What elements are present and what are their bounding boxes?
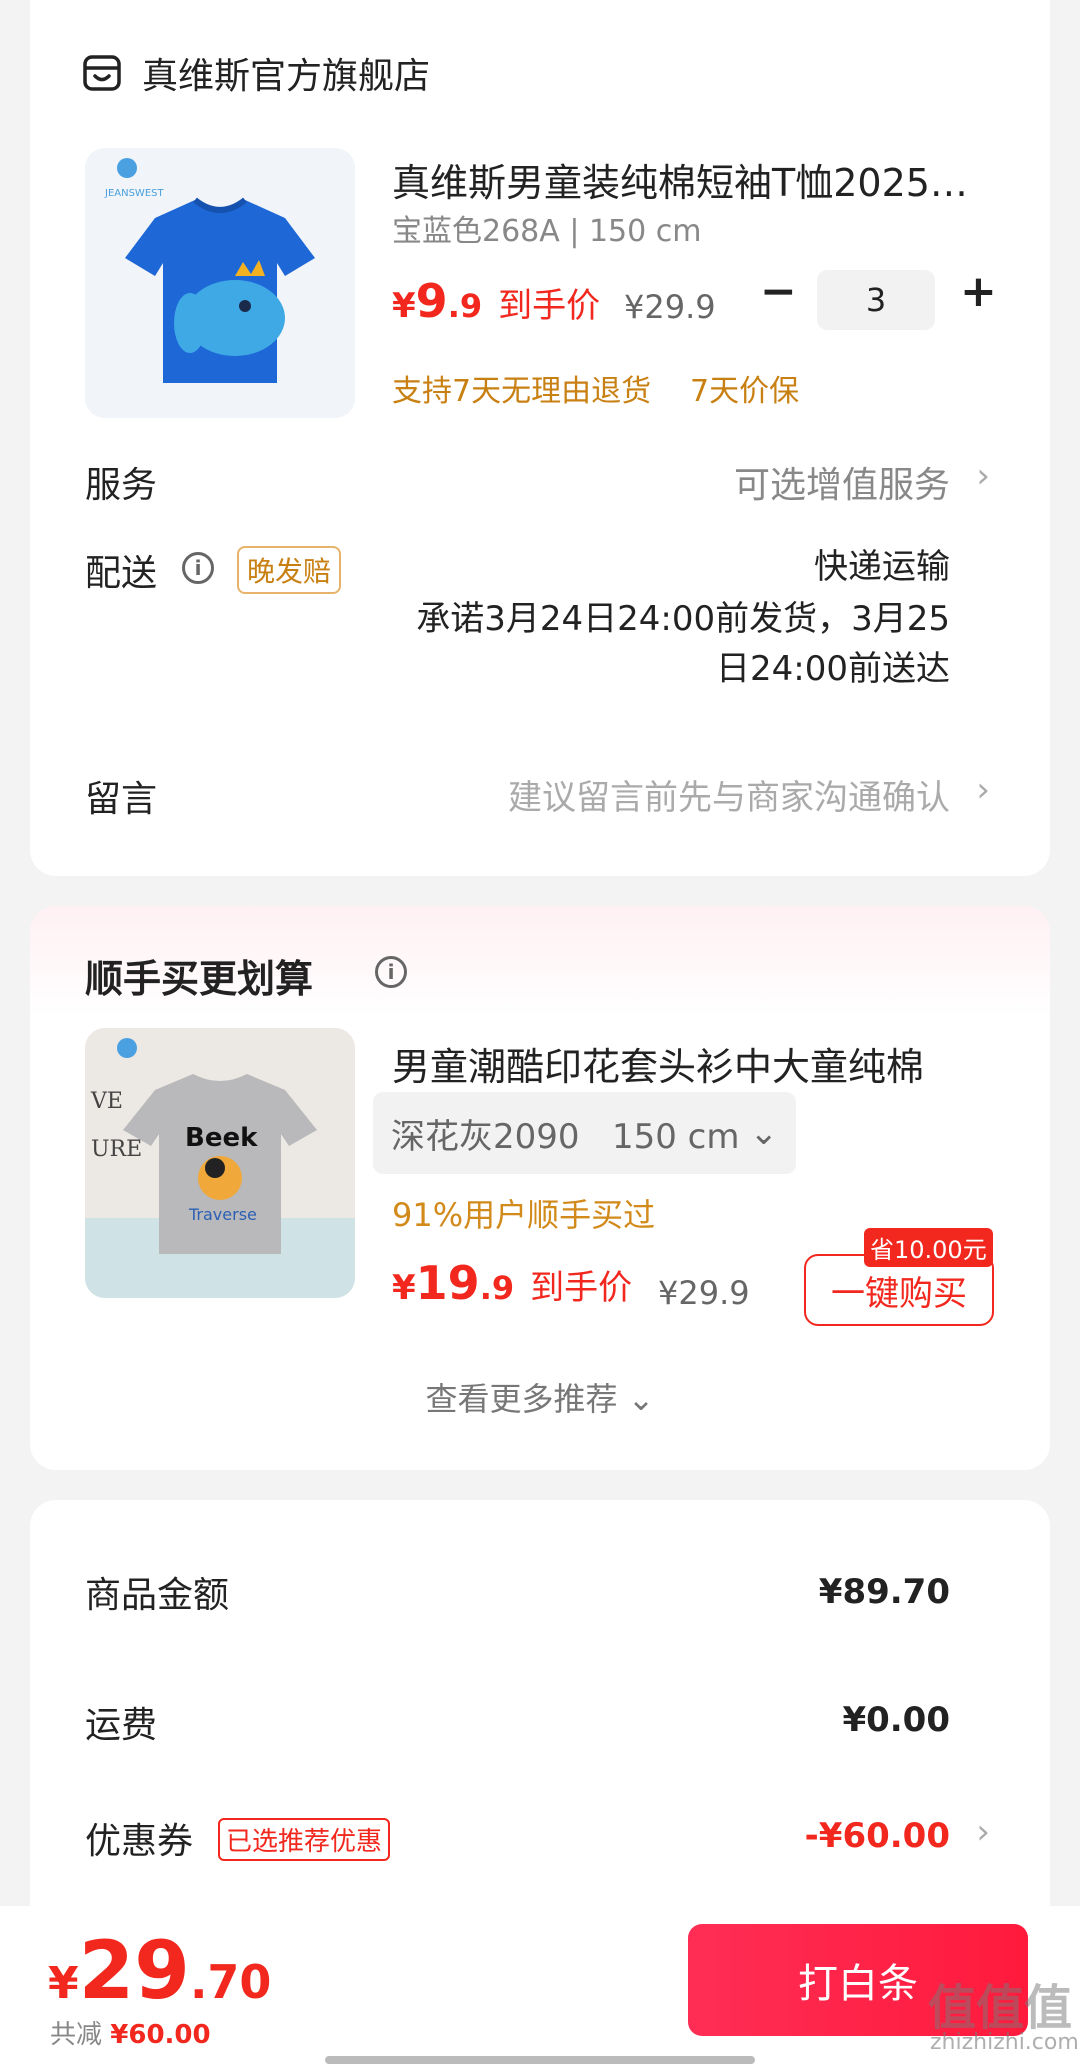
home-indicator[interactable] <box>325 2056 755 2064</box>
chevron-down-icon: ⌄ <box>749 1113 778 1153</box>
shirt-image: Beek Traverse VE URE <box>85 1028 355 1298</box>
chevron-right-icon[interactable]: › <box>976 456 990 496</box>
late-compensation-badge[interactable]: 晚发赔 <box>237 546 342 594</box>
return-guarantee: 支持7天无理由退货 <box>392 374 652 409</box>
watermark-logo: 值值值 <box>928 1980 1073 2036</box>
delivery-promise-line1: 承诺3月24日24:00前发货，3月25 <box>416 599 950 639</box>
chevron-right-icon[interactable]: › <box>976 1812 990 1852</box>
recommendation-card: 顺手买更划算 i Beek Traverse VE URE 男童潮酷印花套头衫中… <box>30 906 1050 1470</box>
watermark-url: zhizhizhi.com <box>930 2030 1079 2055</box>
svg-text:Traverse: Traverse <box>188 1205 257 1224</box>
variant-selector[interactable]: 深花灰2090 150 cm ⌄ <box>373 1092 796 1174</box>
chevron-right-icon[interactable]: › <box>976 770 990 810</box>
product-image[interactable]: JEANSWEST <box>85 148 355 418</box>
original-price: ¥29.9 <box>624 288 716 326</box>
service-label: 服务 <box>85 465 158 506</box>
info-icon[interactable]: i <box>375 956 407 988</box>
product-title[interactable]: 真维斯男童装纯棉短袖T恤2025… <box>392 152 1012 207</box>
store-name: 真维斯官方旗舰店 <box>142 56 431 97</box>
service-value[interactable]: 可选增值服务 <box>734 456 950 508</box>
recommend-product-image[interactable]: Beek Traverse VE URE <box>85 1028 355 1298</box>
checkout-bar: ¥ 29 .70 共减 ¥60.00 打白条 值值值 zhizhizhi.com <box>0 1906 1080 2072</box>
svg-text:URE: URE <box>91 1137 142 1162</box>
recommend-original-price: ¥29.9 <box>658 1274 750 1312</box>
decrease-quantity-button[interactable]: − <box>760 270 797 314</box>
svg-text:JEANSWEST: JEANSWEST <box>104 188 164 199</box>
delivery-promise-line2: 日24:00前送达 <box>716 649 950 689</box>
info-icon[interactable]: i <box>182 552 214 584</box>
delivery-label: 配送 <box>85 553 158 594</box>
recommend-product-title[interactable]: 男童潮酷印花套头衫中大童纯棉 <box>392 1036 1012 1091</box>
increase-quantity-button[interactable]: + <box>960 270 997 314</box>
message-input[interactable]: 建议留言前先与商家沟通确认 <box>508 770 950 819</box>
goods-amount-value: ¥89.70 <box>818 1572 950 1612</box>
see-more-recommendations[interactable]: 查看更多推荐 ⌄ <box>30 1374 1050 1420</box>
coupon-value[interactable]: -¥60.00 <box>805 1816 950 1856</box>
tshirt-image: JEANSWEST <box>85 148 355 418</box>
quantity-input[interactable]: 3 <box>817 270 935 330</box>
recommend-price: ¥ 19 .9 到手价 <box>392 1256 633 1310</box>
svg-text:VE: VE <box>90 1089 123 1114</box>
final-price-label: 到手价 <box>498 286 601 326</box>
shipping-value: ¥0.00 <box>842 1700 950 1740</box>
variant-value: 深花灰2090 150 cm <box>391 1116 740 1157</box>
store-icon <box>83 55 121 91</box>
price-protection: 7天价保 <box>690 374 800 409</box>
product-price: ¥ 9 .9 到手价 <box>392 274 601 328</box>
goods-amount-label: 商品金额 <box>85 1575 230 1616</box>
recommendation-title: 顺手买更划算 <box>85 957 314 1001</box>
store-order-card: 真维斯官方旗舰店 JEANSWEST 真维斯男童装纯棉短袖T恤2025… 宝蓝色… <box>30 0 1050 876</box>
delivery-method[interactable]: 快递运输 <box>814 542 950 592</box>
shipping-label: 运费 <box>85 1705 158 1746</box>
svg-text:Beek: Beek <box>185 1123 258 1153</box>
save-amount-badge: 省10.00元 <box>864 1228 993 1267</box>
total-price: ¥ 29 .70 <box>48 1924 272 2017</box>
store-header[interactable]: 真维斯官方旗舰店 <box>82 50 431 97</box>
product-spec[interactable]: 宝蓝色268A | 150 cm <box>392 206 701 250</box>
coupon-label: 优惠券 <box>85 1821 194 1862</box>
total-saved: 共减 ¥60.00 <box>50 2020 211 2050</box>
message-label: 留言 <box>85 779 158 820</box>
coupon-selected-badge: 已选推荐优惠 <box>218 1818 391 1861</box>
final-price-label: 到手价 <box>530 1268 633 1308</box>
bought-together-rate: 91%用户顺手买过 <box>392 1196 656 1234</box>
